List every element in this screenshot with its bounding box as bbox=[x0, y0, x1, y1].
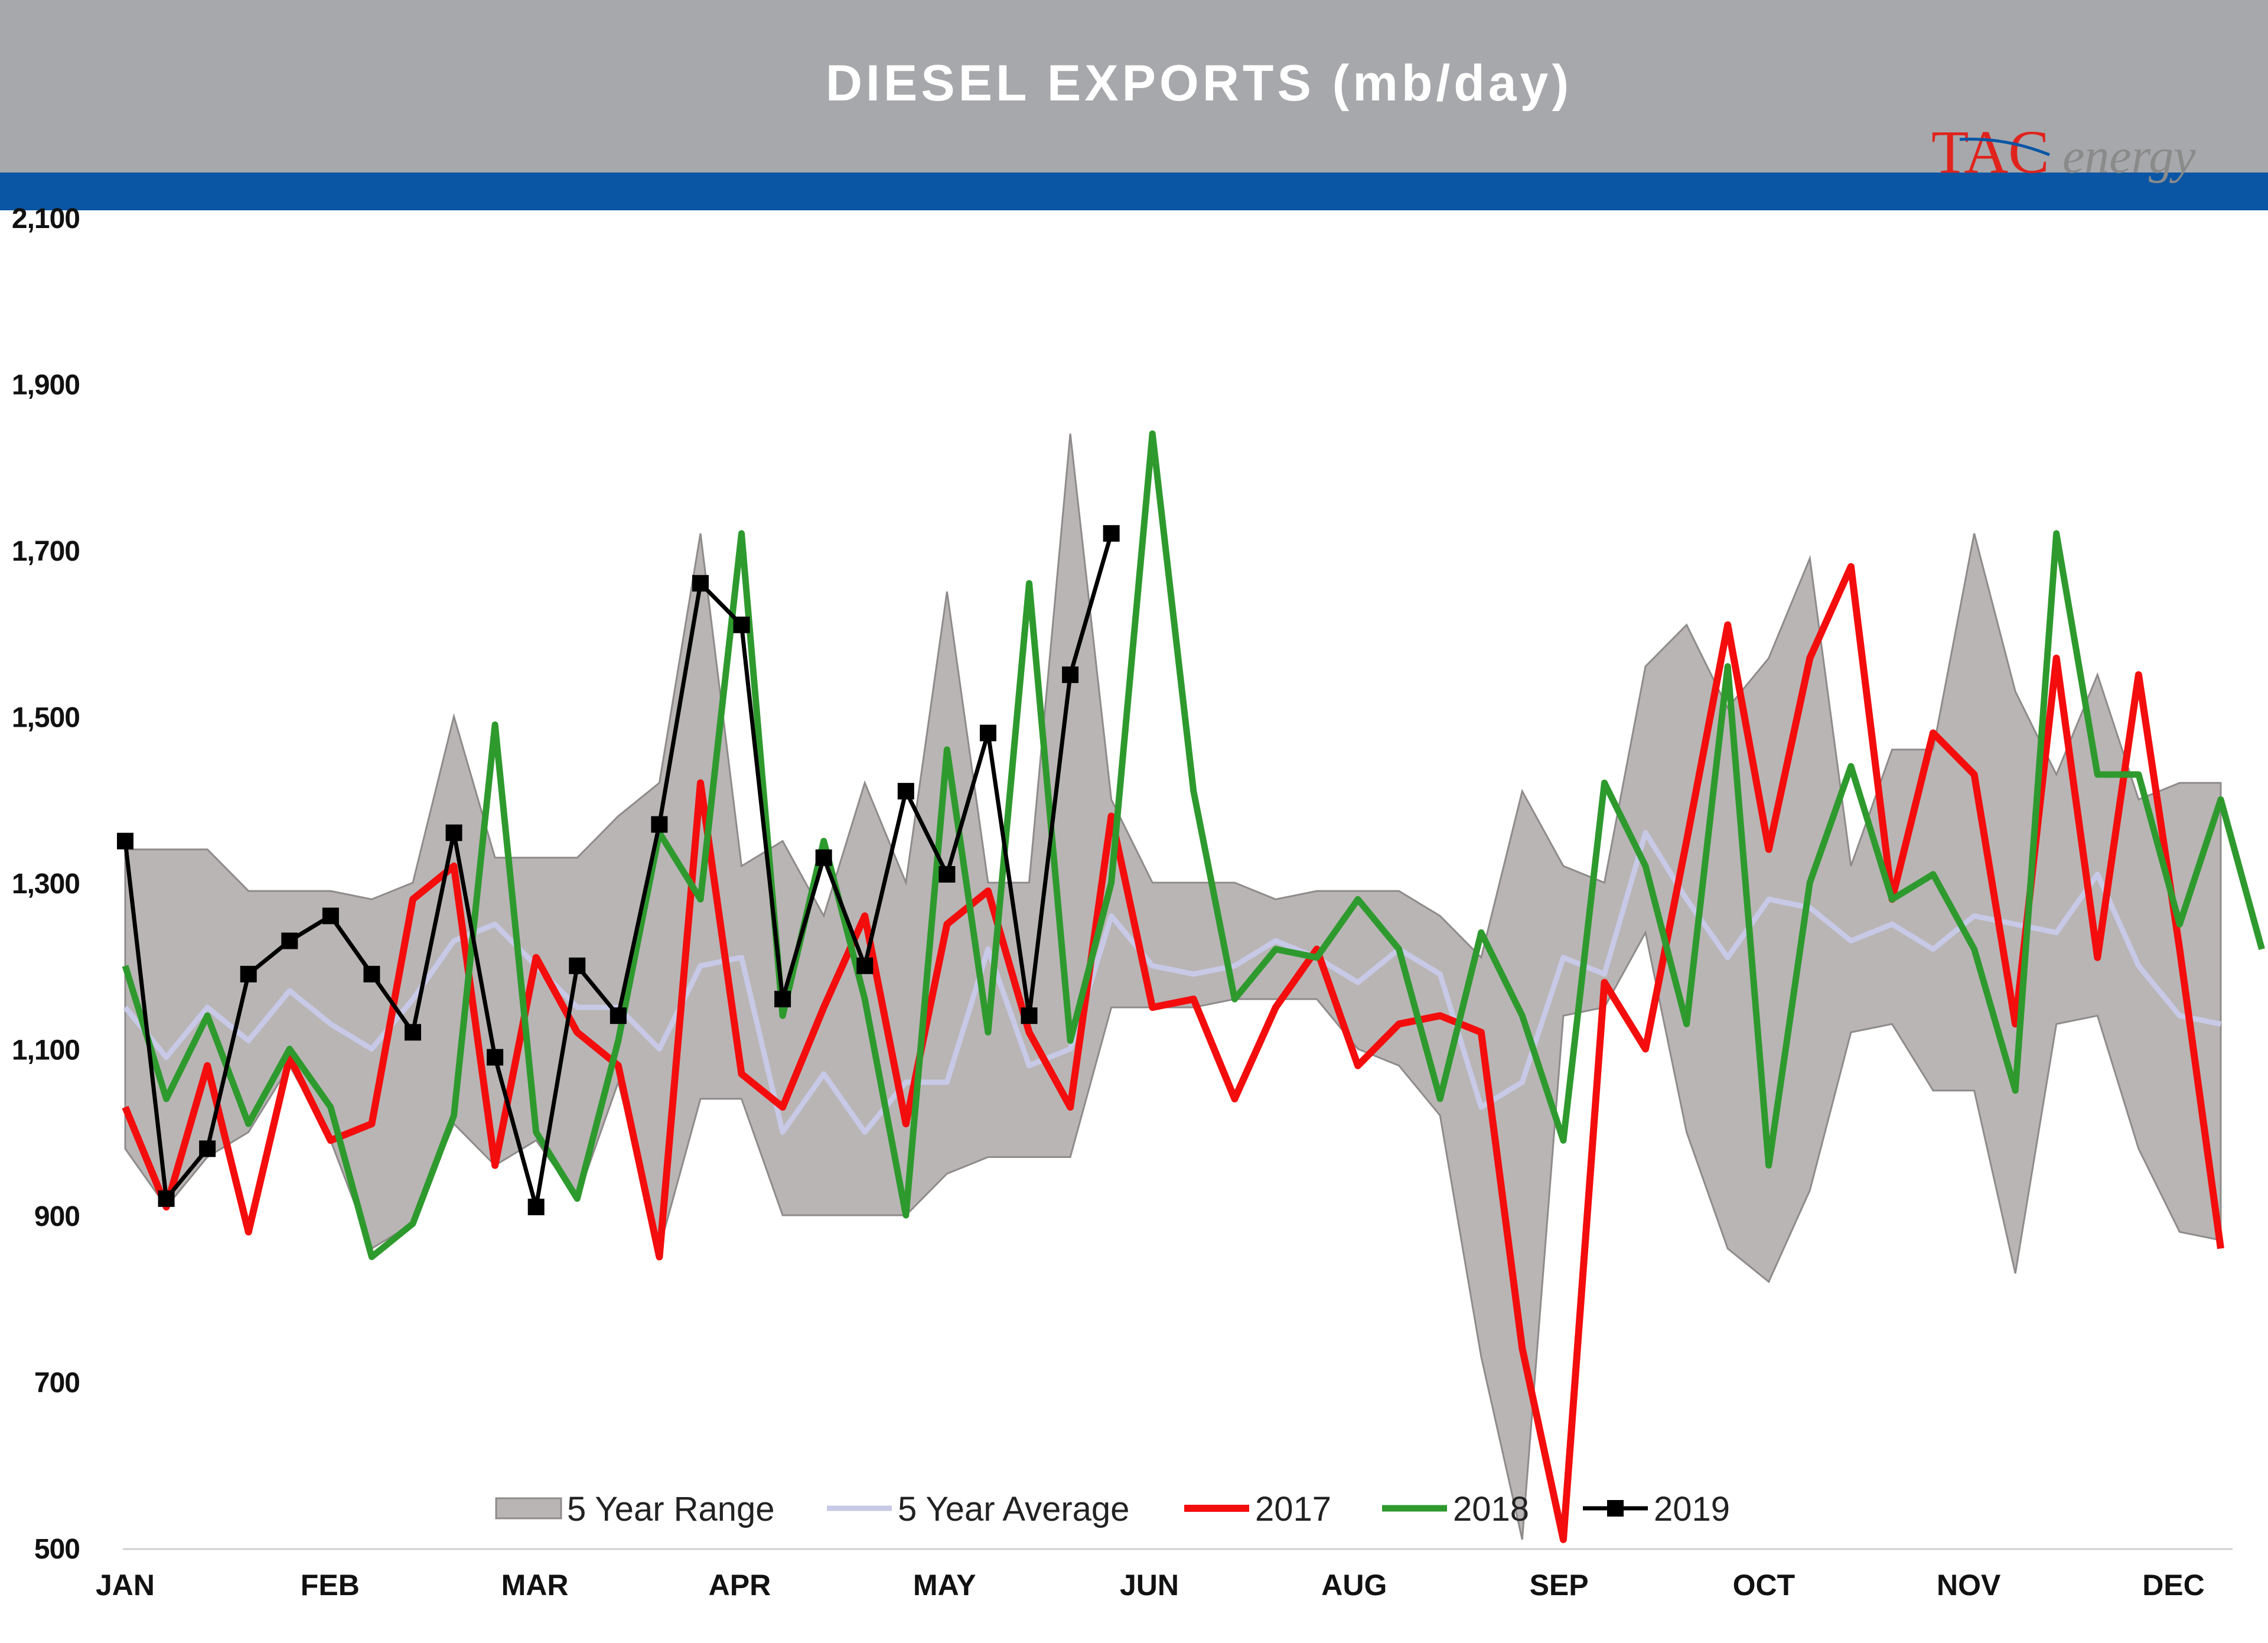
data-point-2019 bbox=[815, 849, 832, 866]
data-point-2019 bbox=[487, 1049, 504, 1066]
data-point-2019 bbox=[158, 1190, 175, 1207]
y-tick-label: 900 bbox=[34, 1201, 80, 1232]
logo-text-energy: energy bbox=[2062, 129, 2196, 184]
legend-marker-2019 bbox=[1607, 1500, 1624, 1517]
x-tick-label: MAY bbox=[913, 1569, 976, 1602]
x-tick-label: SEP bbox=[1530, 1569, 1589, 1602]
data-point-2019 bbox=[281, 932, 298, 949]
data-point-2019 bbox=[856, 957, 874, 974]
legend-label: 2018 bbox=[1453, 1490, 1529, 1528]
data-point-2019 bbox=[199, 1140, 216, 1157]
data-point-2019 bbox=[527, 1198, 545, 1215]
y-tick-label: 1,500 bbox=[12, 702, 80, 734]
legend-label: 5 Year Average bbox=[898, 1490, 1129, 1528]
legend-label: 2017 bbox=[1255, 1490, 1331, 1528]
legend-swatch-5-year-range bbox=[495, 1497, 562, 1520]
x-tick-label: APR bbox=[709, 1569, 771, 1602]
x-tick-label: FEB bbox=[301, 1569, 360, 1602]
chart-svg: DIESEL EXPORTS (mb/day) TAC energy 500 70… bbox=[0, 0, 2268, 1602]
legend-label: 2019 bbox=[1654, 1490, 1730, 1528]
data-point-2019 bbox=[240, 965, 257, 982]
chart-figure: DIESEL EXPORTS (mb/day) TAC energy 500 70… bbox=[0, 0, 2268, 1643]
data-point-2019 bbox=[363, 965, 380, 982]
data-point-2019 bbox=[1021, 1007, 1038, 1024]
tac-energy-logo: TAC energy bbox=[1931, 118, 2196, 186]
y-tick-label: 1,300 bbox=[12, 868, 80, 900]
data-point-2019 bbox=[117, 832, 133, 850]
y-tick-label: 500 bbox=[34, 1534, 80, 1565]
legend: 5 Year Range 5 Year Average 2017 2018 2019 bbox=[495, 1490, 1730, 1528]
data-point-2019 bbox=[322, 907, 339, 925]
y-tick-label: 1,100 bbox=[12, 1035, 80, 1066]
data-point-2019 bbox=[404, 1024, 421, 1041]
data-point-2019 bbox=[569, 957, 586, 974]
data-point-2019 bbox=[939, 866, 956, 883]
blue-band bbox=[0, 173, 2268, 210]
y-tick-label: 700 bbox=[34, 1368, 80, 1399]
x-tick-label: JAN bbox=[96, 1569, 155, 1602]
x-tick-label: DEC bbox=[2142, 1569, 2205, 1602]
x-tick-label: JUN bbox=[1120, 1569, 1179, 1602]
data-point-2019 bbox=[1062, 666, 1079, 684]
data-point-2019 bbox=[733, 616, 750, 633]
x-tick-label: AUG bbox=[1321, 1569, 1387, 1602]
data-point-2019 bbox=[651, 816, 668, 833]
data-point-2019 bbox=[897, 783, 914, 800]
plot-area: 500 700 900 1,100 1,300 1,500 1,700 1,900 2,100 J… bbox=[12, 203, 2265, 1602]
y-tick-label: 1,900 bbox=[12, 370, 80, 401]
data-point-2019 bbox=[445, 824, 462, 841]
data-point-2019 bbox=[979, 724, 996, 741]
data-point-2019 bbox=[774, 991, 791, 1008]
data-point-2019 bbox=[1103, 525, 1120, 542]
legend-label: 5 Year Range bbox=[567, 1490, 775, 1528]
x-tick-label: MAR bbox=[501, 1569, 569, 1602]
x-tick-label: NOV bbox=[1937, 1569, 2001, 1602]
y-tick-label: 1,700 bbox=[12, 536, 80, 567]
data-point-2019 bbox=[692, 575, 709, 592]
x-tick-label: OCT bbox=[1733, 1569, 1795, 1602]
data-point-2019 bbox=[610, 1007, 627, 1024]
y-tick-label: 2,100 bbox=[12, 203, 80, 235]
logo-text-tac: TAC bbox=[1931, 118, 2049, 186]
chart-title: DIESEL EXPORTS (mb/day) bbox=[826, 55, 1572, 112]
